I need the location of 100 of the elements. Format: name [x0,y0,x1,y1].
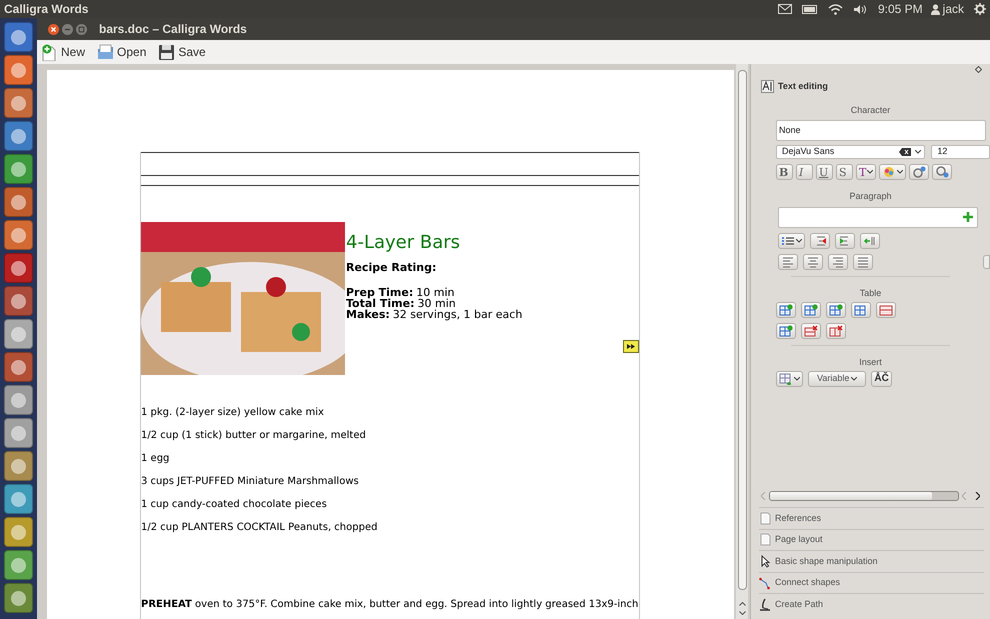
vertical-scrollbar[interactable] [736,64,748,619]
font-size-field[interactable]: 12 [931,145,990,159]
fact-label: Makes: [346,308,390,320]
section-heading: Character [850,104,892,116]
tool-section-tab[interactable]: Page layout [759,528,984,550]
align-right-icon [831,256,845,268]
folder-icon [97,44,114,60]
caret-icon [796,238,802,242]
settings-icon[interactable] [974,3,986,15]
fact-label: Prep Time: [346,286,414,298]
format-button[interactable]: B [776,164,793,180]
insert-table-button[interactable] [776,370,803,386]
horizontal-scrollbar[interactable] [769,491,959,502]
increase-indent-button[interactable] [835,232,855,248]
insert-row-icon [779,304,793,316]
font-name: DejaVu Sans [782,145,836,158]
scroll-right-icon[interactable] [975,492,980,500]
paragraph-style-field[interactable] [778,206,978,228]
anchor-marker-icon [623,340,640,353]
tool-section-tab[interactable]: Basic shape manipulation [759,550,984,572]
section-heading: Paragraph [848,190,893,203]
align-center-button[interactable] [803,254,823,270]
fact-value: 30 min [417,298,456,308]
insert-column-right-icon [829,304,843,316]
tool-section-tab[interactable]: Create Path [759,593,984,615]
battery-icon [802,4,818,14]
bulleted-list-icon [781,234,795,246]
format-button[interactable]: I [796,164,813,180]
mail-icon [778,4,792,14]
rating-label: Recipe Rating: [346,260,438,276]
delete-row-button[interactable] [801,323,821,339]
insert-column-right-button[interactable] [826,302,846,318]
wifi-icon [828,4,843,14]
ingredient-line: 1/2 cup PLANTERS COCKTAIL Peanuts, chopped [141,521,378,534]
tool-section-tab[interactable]: Connect shapes [759,572,984,594]
scroll-down-icon[interactable] [738,611,746,615]
scroll-up-icon[interactable] [738,602,746,606]
section-heading: Table [858,286,882,300]
window-title: bars.doc – Calligra Words [99,21,247,38]
highlight-color-icon [882,166,896,178]
bulleted-list-button[interactable] [778,232,805,248]
text-tool-icon [761,80,774,94]
align-left-button[interactable] [778,254,798,270]
format-button[interactable]: T [856,164,876,180]
format-button[interactable]: U [816,164,833,180]
clear-icon[interactable] [899,148,912,156]
pointer-icon [759,555,771,568]
close-icon[interactable] [48,24,59,34]
toolbar-button[interactable]: Open [97,42,146,62]
justify-button[interactable] [853,254,873,270]
tool-section-tab[interactable]: References [759,507,984,529]
insert-row-below-icon [779,325,793,337]
align-center-icon [806,256,820,268]
maximize-icon[interactable] [76,24,87,34]
highlight-color-button[interactable] [879,164,906,180]
caret-icon [794,376,800,380]
user-icon [930,4,940,14]
toolbar-button[interactable]: Save [158,42,206,62]
app-name: Calligra Words [4,1,88,18]
fact-label: Total Time: [346,298,414,308]
delete-column-button[interactable] [826,323,846,339]
fact-value: 10 min [416,286,454,298]
recipe-title: 4-Layer Bars [346,232,462,254]
ingredient-line: 1/2 cup (1 stick) butter or margarine, melted [141,429,367,442]
align-right-button[interactable] [828,254,848,270]
page-icon [759,533,771,546]
volume-icon [852,4,868,14]
decrease-indent-button[interactable] [810,232,830,248]
delete-row-icon [804,325,818,337]
ingredient-line: 1 cup candy-coated chocolate pieces [141,498,328,511]
fact-value: 32 servings, 1 bar each [392,308,522,320]
path-tool-icon [759,598,771,612]
caret-icon [897,170,904,174]
page-icon [759,512,771,525]
align-left-icon [781,256,795,268]
connector-icon [759,576,771,590]
caret-icon [851,376,858,380]
ingredient-line: 1 pkg. (2-layer size) yellow cake mix [141,406,325,419]
delete-column-icon [829,325,843,337]
ingredient-line: 1 egg [141,452,170,465]
section-heading: Insert [858,356,883,369]
variable-dropdown[interactable]: Variable [808,370,866,386]
insert-column-left-button[interactable] [801,302,821,318]
user-name[interactable]: jack [942,0,964,18]
toolbar-button[interactable]: New [41,42,86,62]
clock[interactable]: 9:05 PM [878,0,923,18]
caret-icon[interactable] [915,150,922,154]
font-family-combo[interactable]: DejaVu Sans [776,145,926,159]
special-characters-button[interactable]: ÅČ [871,370,892,386]
character-style-field[interactable]: None [776,120,986,141]
insert-column-left-icon [804,304,818,316]
justify-icon [856,256,870,268]
float-icon[interactable] [975,66,982,73]
insert-row-button[interactable] [776,302,796,318]
add-icon[interactable] [963,212,973,222]
insert-table-icon [779,372,793,384]
insert-row-below-button[interactable] [776,323,796,339]
caret-icon [867,170,874,174]
format-button[interactable]: S [836,164,853,180]
ingredient-line: 3 cups JET-PUFFED Miniature Marshmallows [141,475,360,488]
